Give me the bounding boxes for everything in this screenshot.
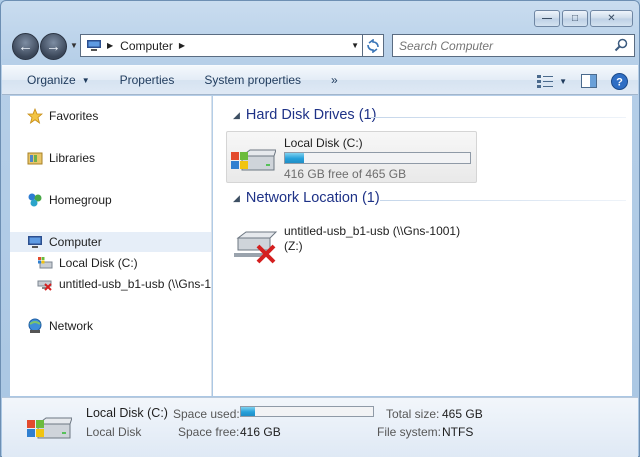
network-drive-name: untitled-usb_b1-usb (\\Gns-1001) (Z:) xyxy=(284,224,460,254)
drive-usage-fill xyxy=(285,153,305,163)
star-icon xyxy=(27,108,43,124)
details-pane: Local Disk (C:) Local Disk Space used: S… xyxy=(2,397,638,457)
drive-name: Local Disk (C:) xyxy=(284,136,363,150)
refresh-button[interactable] xyxy=(362,34,384,57)
navigation-pane: Favorites Libraries Homegroup Computer L… xyxy=(10,96,212,396)
close-button[interactable]: ✕ xyxy=(590,10,633,27)
collapse-icon: ◢ xyxy=(233,192,240,203)
details-subtitle: Local Disk xyxy=(86,425,142,439)
close-icon: ✕ xyxy=(607,13,616,24)
libraries-icon xyxy=(27,150,43,166)
drive-free-space: 416 GB free of 465 GB xyxy=(284,167,407,181)
maximize-icon: □ xyxy=(571,13,579,24)
minimize-button[interactable]: — xyxy=(534,10,560,27)
forward-button[interactable]: → xyxy=(40,33,67,60)
sidebar-item-computer[interactable]: Computer xyxy=(10,232,211,252)
content-pane: ◢ Hard Disk Drives (1) Local Disk (C:) 4… xyxy=(213,96,632,396)
network-icon xyxy=(27,318,43,334)
view-options-icon xyxy=(537,75,554,88)
sidebar-item-libraries[interactable]: Libraries xyxy=(27,148,95,168)
properties-label: Properties xyxy=(119,73,175,87)
back-button[interactable]: ← xyxy=(12,33,39,60)
maximize-button[interactable]: □ xyxy=(562,10,588,27)
collapse-icon: ◢ xyxy=(233,109,240,120)
view-dropdown-icon: ▼ xyxy=(559,76,567,86)
properties-button[interactable]: Properties xyxy=(105,65,190,95)
space-used-label: Space used: xyxy=(173,407,240,421)
minimize-icon: — xyxy=(542,13,552,24)
address-dropdown-icon[interactable]: ▼ xyxy=(351,41,359,50)
computer-icon xyxy=(87,40,101,51)
breadcrumb-separator-icon[interactable]: ▶ xyxy=(179,41,185,50)
search-icon[interactable] xyxy=(614,38,628,52)
system-properties-button[interactable]: System properties xyxy=(189,65,316,95)
change-view-button[interactable]: ▼ xyxy=(537,74,567,88)
navigation-row: ← → ▼ ▶ Computer ▶ ▼ xyxy=(7,32,635,62)
search-input[interactable] xyxy=(399,38,609,53)
details-title: Local Disk (C:) xyxy=(86,406,168,420)
command-bar: Organize ▼ Properties System properties »… xyxy=(2,65,638,95)
space-used-fill xyxy=(241,407,255,416)
network-drive-item[interactable]: untitled-usb_b1-usb (\\Gns-1001) (Z:) xyxy=(226,224,486,274)
file-system-label: File system: xyxy=(377,425,442,439)
total-size-label: Total size: xyxy=(386,407,440,421)
disconnected-network-drive-icon xyxy=(234,231,278,264)
sidebar-item-label: Local Disk (C:) xyxy=(59,256,138,270)
space-free-value: 416 GB xyxy=(240,425,281,439)
local-disk-tile[interactable]: Local Disk (C:) 416 GB free of 465 GB xyxy=(226,131,477,183)
forward-arrow-icon: → xyxy=(46,38,61,55)
network-drive-name-line2: (Z:) xyxy=(284,239,303,253)
help-icon[interactable]: ? xyxy=(611,72,628,90)
group-header-label: Network Location (1) xyxy=(245,190,380,206)
hard-drive-icon xyxy=(231,149,276,171)
breadcrumb-separator-icon[interactable]: ▶ xyxy=(107,41,113,50)
group-divider xyxy=(380,200,626,201)
chevron-down-icon: ▼ xyxy=(81,75,90,85)
search-box[interactable] xyxy=(392,34,635,57)
recent-pages-dropdown[interactable]: ▼ xyxy=(70,41,78,50)
group-header-network-location[interactable]: ◢ Network Location (1) xyxy=(233,190,380,206)
preview-pane-icon[interactable] xyxy=(581,74,597,88)
group-header-label: Hard Disk Drives (1) xyxy=(245,107,377,123)
file-system-value: NTFS xyxy=(442,425,474,439)
space-used-bar xyxy=(240,406,374,417)
system-properties-label: System properties xyxy=(204,73,302,87)
sidebar-item-label: untitled-usb_b1-usb (\\Gns-1001) (Z:) xyxy=(59,277,212,291)
back-arrow-icon: ← xyxy=(18,38,33,55)
sidebar-item-homegroup[interactable]: Homegroup xyxy=(27,190,112,210)
sidebar-item-label: Favorites xyxy=(49,109,99,123)
hard-drive-icon xyxy=(27,417,72,439)
explorer-window: — □ ✕ ← → ▼ ▶ Computer ▶ ▼ Search Comput… xyxy=(0,0,640,457)
homegroup-icon xyxy=(27,192,43,208)
refresh-icon xyxy=(367,38,379,53)
caption-buttons: — □ ✕ xyxy=(534,10,633,27)
sidebar-item-label: Homegroup xyxy=(49,193,112,207)
address-bar[interactable]: ▶ Computer ▶ ▼ xyxy=(80,34,382,57)
sidebar-item-label: Computer xyxy=(49,235,102,249)
breadcrumb-computer[interactable]: Computer xyxy=(120,39,173,53)
command-bar-right: ▼ ? xyxy=(537,66,628,96)
space-free-label: Space free: xyxy=(178,425,240,439)
hard-drive-icon xyxy=(37,255,53,271)
group-divider xyxy=(371,117,626,118)
group-header-hard-disk-drives[interactable]: ◢ Hard Disk Drives (1) xyxy=(233,107,376,123)
organize-menu[interactable]: Organize ▼ xyxy=(2,65,105,95)
more-commands-button[interactable]: » xyxy=(316,65,353,95)
sidebar-item-favorites[interactable]: Favorites xyxy=(27,106,98,126)
sidebar-item-label: Network xyxy=(49,319,94,333)
drive-usage-bar xyxy=(284,152,471,164)
network-drive-name-line1: untitled-usb_b1-usb (\\Gns-1001) xyxy=(284,224,461,238)
total-size-value: 465 GB xyxy=(442,407,483,421)
computer-icon xyxy=(27,234,43,250)
more-commands-label: » xyxy=(331,73,338,87)
sidebar-item-network[interactable]: Network xyxy=(27,316,93,336)
svg-text:?: ? xyxy=(616,76,623,88)
sidebar-item-network-drive[interactable]: untitled-usb_b1-usb (\\Gns-1001) (Z:) xyxy=(37,274,212,294)
sidebar-item-label: Libraries xyxy=(49,151,96,165)
sidebar-item-local-disk[interactable]: Local Disk (C:) xyxy=(37,253,138,273)
disconnected-network-drive-icon xyxy=(37,276,53,292)
organize-label: Organize xyxy=(27,73,76,87)
